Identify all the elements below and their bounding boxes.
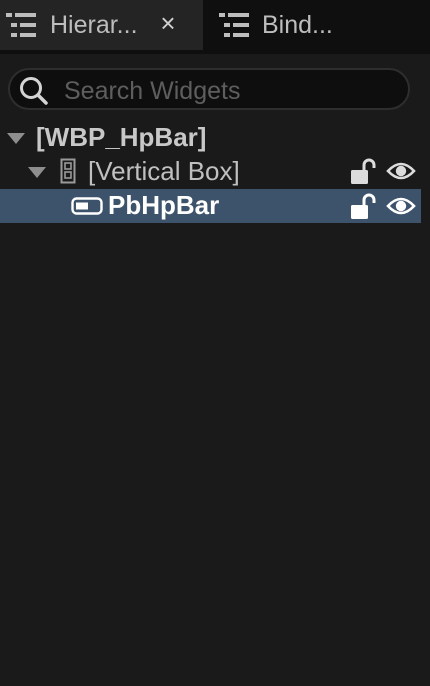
search-box[interactable] [8, 68, 410, 110]
expand-arrow-icon[interactable] [7, 133, 25, 144]
unlock-icon[interactable] [350, 192, 376, 220]
bindings-icon [219, 13, 249, 37]
tree-item-pbhpbar[interactable]: PbHpBar [0, 189, 421, 223]
progress-bar-icon [71, 197, 103, 215]
close-tab-button[interactable]: × [156, 9, 180, 37]
vertical-box-icon [60, 158, 76, 184]
hierarchy-panel: [WBP_HpBar] [Vertical Box] PbHpBar [0, 54, 430, 686]
tab-hierarchy-label: Hierar... [50, 11, 138, 39]
tree-item-vertical-box[interactable]: [Vertical Box] [0, 154, 421, 188]
tab-bindings-label: Bind... [262, 11, 333, 39]
unlock-icon[interactable] [350, 157, 376, 185]
tree-item-label: PbHpBar [108, 190, 220, 220]
search-input[interactable] [62, 73, 406, 109]
tree-item-label: [WBP_HpBar] [36, 122, 207, 152]
tab-bindings[interactable]: Bind... [207, 0, 387, 50]
tree-item-wbp-hpbar[interactable]: [WBP_HpBar] [0, 120, 421, 154]
tree-item-label: [Vertical Box] [88, 156, 240, 186]
visibility-eye-icon[interactable] [386, 195, 416, 217]
hierarchy-icon [6, 13, 36, 37]
panel-tab-bar: Hierar... × Bind... [0, 0, 430, 54]
tab-hierarchy[interactable]: Hierar... × [0, 0, 203, 50]
search-icon [20, 77, 48, 105]
visibility-eye-icon[interactable] [386, 160, 416, 182]
expand-arrow-icon[interactable] [28, 167, 46, 178]
